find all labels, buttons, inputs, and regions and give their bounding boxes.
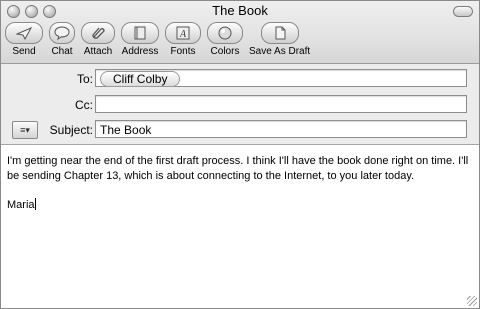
to-field[interactable]: Cliff Colby xyxy=(95,69,467,87)
fonts-icon: A xyxy=(176,26,190,40)
subject-row: ≡▾ Subject: The Book xyxy=(1,120,479,140)
address-button[interactable]: Address xyxy=(121,22,159,57)
subject-label: Subject: xyxy=(49,123,93,137)
window-chrome: The Book Send Chat Attach Address A Font… xyxy=(1,1,479,64)
mail-compose-window: The Book Send Chat Attach Address A Font… xyxy=(0,0,480,309)
paperclip-icon xyxy=(92,27,105,39)
attach-label: Attach xyxy=(83,46,113,57)
message-body[interactable]: I'm getting near the end of the first dr… xyxy=(1,147,479,308)
subject-field[interactable]: The Book xyxy=(95,120,467,138)
colors-button[interactable]: Colors xyxy=(207,22,243,57)
message-text[interactable]: I'm getting near the end of the first dr… xyxy=(7,154,473,213)
message-signature: Maria xyxy=(7,199,35,211)
cc-field[interactable] xyxy=(95,95,467,113)
header-options-menu[interactable]: ≡▾ xyxy=(12,121,38,139)
to-label: To: xyxy=(76,72,93,86)
save-as-draft-label: Save As Draft xyxy=(249,46,311,57)
colors-label: Colors xyxy=(210,46,240,57)
save-as-draft-button[interactable]: Save As Draft xyxy=(249,22,310,57)
save-draft-icon xyxy=(275,26,286,40)
svg-text:A: A xyxy=(179,29,187,40)
text-cursor xyxy=(34,198,36,210)
address-book-icon xyxy=(134,26,146,40)
message-headers: To: Cliff Colby Cc: ≡▾ Subject: The Book xyxy=(1,64,479,145)
fonts-button[interactable]: A Fonts xyxy=(165,22,201,57)
chat-icon xyxy=(54,26,70,40)
chat-label: Chat xyxy=(51,46,73,57)
to-row: To: Cliff Colby xyxy=(1,69,479,89)
cc-row: Cc: xyxy=(1,95,479,115)
window-title: The Book xyxy=(212,3,268,18)
send-label: Send xyxy=(12,46,36,57)
cc-label: Cc: xyxy=(75,98,93,112)
resize-grip[interactable] xyxy=(467,296,477,306)
send-icon xyxy=(16,27,32,40)
toolbar: Send Chat Attach Address A Fonts Colors … xyxy=(5,22,316,57)
attach-button[interactable]: Attach xyxy=(81,22,115,57)
message-paragraph: I'm getting near the end of the first dr… xyxy=(7,155,469,182)
colors-icon xyxy=(218,26,232,40)
toolbar-toggle-button[interactable] xyxy=(453,6,473,17)
recipient-token[interactable]: Cliff Colby xyxy=(100,71,181,87)
fonts-label: Fonts xyxy=(170,46,196,57)
chat-button[interactable]: Chat xyxy=(49,22,75,57)
send-button[interactable]: Send xyxy=(5,22,43,57)
address-label: Address xyxy=(121,46,159,57)
